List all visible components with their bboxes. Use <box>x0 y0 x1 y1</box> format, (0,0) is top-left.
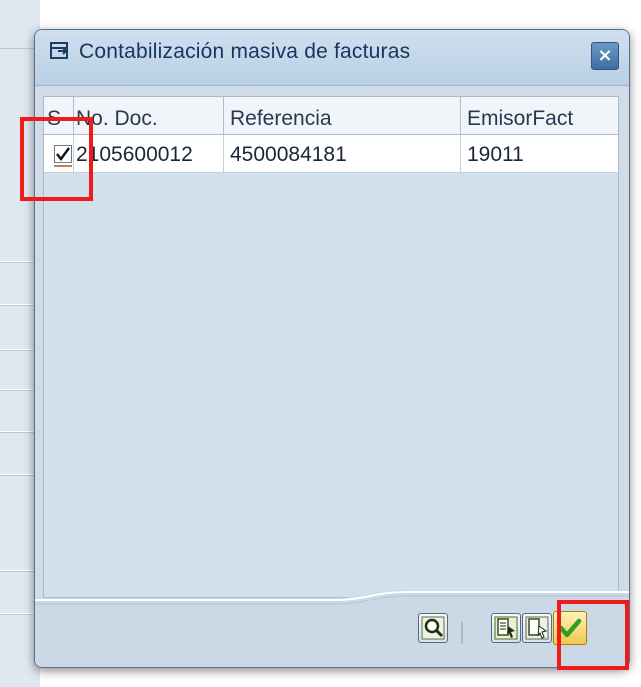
find-button[interactable] <box>418 613 448 643</box>
dialog-window-icon <box>49 40 71 62</box>
dialog-titlebar[interactable]: Contabilización masiva de facturas × <box>35 30 629 86</box>
toolbar-separator <box>461 622 463 644</box>
deselect-all-button[interactable] <box>522 613 552 643</box>
close-icon: × <box>597 45 613 66</box>
mass-invoice-posting-dialog: Contabilización masiva de facturas × S N… <box>34 29 630 668</box>
select-all-icon <box>494 616 518 640</box>
column-header-reference[interactable]: Referencia <box>224 97 461 135</box>
table-cell-reference[interactable]: 4500084181 <box>224 135 461 173</box>
select-all-button[interactable] <box>491 613 521 643</box>
column-header-issuer[interactable]: EmisorFact <box>461 97 618 135</box>
invoice-table: S No. Doc. Referencia EmisorFact 2105600… <box>43 96 619 598</box>
highlight-checkbox <box>20 117 93 201</box>
dialog-title: Contabilización masiva de facturas <box>79 40 411 63</box>
deselect-all-icon <box>525 616 549 640</box>
close-button[interactable]: × <box>591 42 619 70</box>
highlight-confirm-button <box>557 600 629 670</box>
magnifier-icon <box>421 616 445 640</box>
table-cell-doc-number[interactable]: 2105600012 <box>74 135 224 173</box>
column-header-doc-number[interactable]: No. Doc. <box>74 97 224 135</box>
table-cell-issuer[interactable]: 19011 <box>461 135 618 173</box>
